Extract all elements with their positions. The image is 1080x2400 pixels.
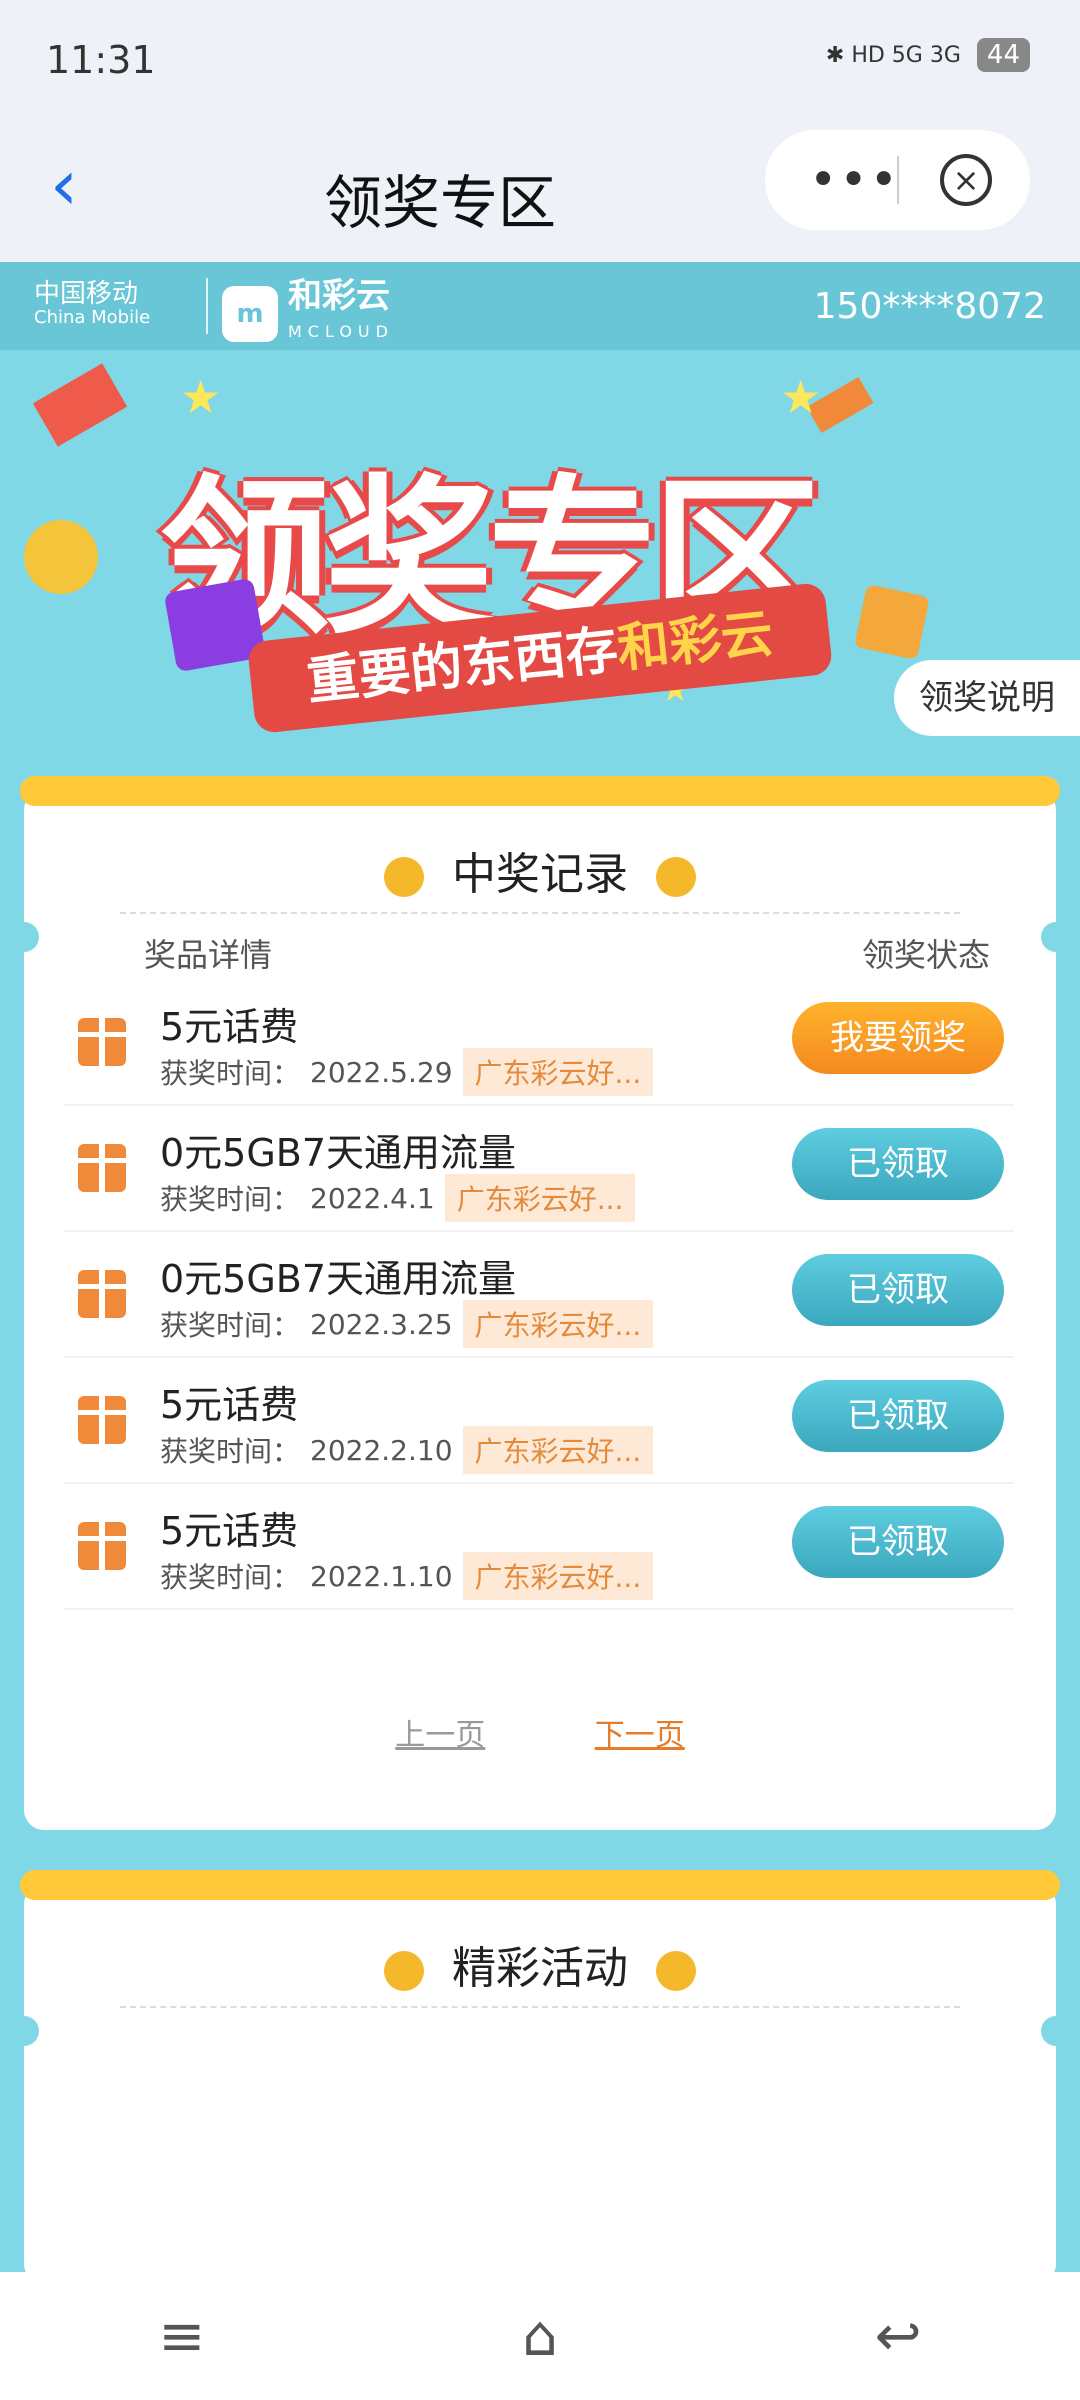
mini-program-capsule: ••• × bbox=[765, 130, 1030, 230]
pagination: 上一页 下一页 bbox=[24, 1710, 1056, 1754]
records-card: 中奖记录 奖品详情 领奖状态 5元话费 获奖时间： 2022.5.29 广东彩云好.… bbox=[9, 776, 1071, 1830]
battery-icon: 44 bbox=[976, 38, 1030, 72]
title-divider bbox=[120, 912, 960, 914]
star-icon: ★ bbox=[780, 370, 822, 424]
source-tag: 广东彩云好... bbox=[462, 1426, 654, 1474]
record-row: 5元话费 获奖时间： 2022.2.10 广东彩云好... 已领取 bbox=[64, 1358, 1014, 1484]
status-icons: ✱ HD 5G 3G 44 bbox=[826, 38, 1030, 72]
time-label: 获奖时间： bbox=[160, 1435, 301, 1468]
gift-box-decoration bbox=[854, 584, 930, 660]
gift-icon bbox=[78, 1396, 126, 1444]
time-label: 获奖时间： bbox=[160, 1183, 301, 1216]
mcloud-cn: 和彩云 bbox=[288, 276, 390, 316]
rules-button[interactable]: 领奖说明 bbox=[894, 660, 1080, 736]
source-tag: 广东彩云好... bbox=[462, 1048, 654, 1096]
nav-bar: ‹ 领奖专区 ••• × bbox=[0, 120, 1080, 262]
gift-icon bbox=[78, 1018, 126, 1066]
prize-name: 5元话费 bbox=[160, 1383, 299, 1427]
prize-time: 获奖时间： 2022.3.25 广东彩云好... bbox=[160, 1300, 654, 1348]
coin-decoration bbox=[24, 520, 98, 594]
gift-icon bbox=[78, 1522, 126, 1570]
col-header-details: 奖品详情 bbox=[144, 936, 273, 974]
time-label: 获奖时间： bbox=[160, 1561, 301, 1594]
card-notch bbox=[9, 922, 39, 952]
claimed-button[interactable]: 已领取 bbox=[792, 1128, 1004, 1200]
mcloud-logo: m 和彩云 MCLOUD bbox=[222, 278, 394, 350]
time-label: 获奖时间： bbox=[160, 1057, 301, 1090]
prev-page-link[interactable]: 上一页 bbox=[395, 1710, 485, 1754]
title-divider bbox=[120, 2006, 960, 2008]
system-nav-bar: ≡ ⌂ ↩ bbox=[0, 2272, 1080, 2400]
prize-name: 0元5GB7天通用流量 bbox=[160, 1257, 517, 1301]
source-tag: 广东彩云好... bbox=[462, 1300, 654, 1348]
balloon-icon bbox=[656, 1951, 696, 1991]
record-row: 5元话费 获奖时间： 2022.5.29 广东彩云好... 我要领奖 bbox=[64, 980, 1014, 1106]
brand-bar: 中国移动 China Mobile m 和彩云 MCLOUD 150****80… bbox=[0, 262, 1080, 350]
ribbon-text: 重要的东西存 bbox=[304, 620, 621, 713]
record-row: 5元话费 获奖时间： 2022.1.10 广东彩云好... 已领取 bbox=[64, 1484, 1014, 1610]
source-tag: 广东彩云好... bbox=[462, 1552, 654, 1600]
status-bar: 11:31 ✱ HD 5G 3G 44 bbox=[0, 0, 1080, 120]
prize-time: 获奖时间： 2022.1.10 广东彩云好... bbox=[160, 1552, 654, 1600]
col-header-status: 领奖状态 bbox=[861, 936, 990, 974]
prize-name: 0元5GB7天通用流量 bbox=[160, 1131, 517, 1175]
brand-divider bbox=[206, 278, 208, 334]
back-nav-icon[interactable]: ↩ bbox=[875, 2304, 922, 2369]
card-top-bar bbox=[20, 1870, 1060, 1900]
balloon-icon bbox=[656, 857, 696, 897]
card-notch bbox=[1041, 922, 1071, 952]
china-mobile-logo: 中国移动 China Mobile bbox=[34, 279, 151, 330]
time-value: 2022.4.1 bbox=[310, 1181, 435, 1215]
user-phone: 150****8072 bbox=[813, 286, 1046, 327]
record-row: 0元5GB7天通用流量 获奖时间： 2022.3.25 广东彩云好... 已领取 bbox=[64, 1232, 1014, 1358]
prize-name: 5元话费 bbox=[160, 1005, 299, 1049]
close-icon[interactable]: × bbox=[940, 154, 992, 206]
menu-icon[interactable]: ≡ bbox=[158, 2304, 205, 2369]
time-value: 2022.5.29 bbox=[310, 1055, 453, 1089]
source-tag: 广东彩云好... bbox=[444, 1174, 636, 1222]
star-icon: ★ bbox=[180, 370, 222, 424]
gift-icon bbox=[78, 1270, 126, 1318]
home-icon[interactable]: ⌂ bbox=[522, 2304, 558, 2369]
balloon-icon bbox=[384, 857, 424, 897]
record-row: 0元5GB7天通用流量 获奖时间： 2022.4.1 广东彩云好... 已领取 bbox=[64, 1106, 1014, 1232]
records-title: 中奖记录 bbox=[24, 838, 1056, 902]
claim-button[interactable]: 我要领奖 bbox=[792, 1002, 1004, 1074]
prize-name: 5元话费 bbox=[160, 1509, 299, 1553]
time-value: 2022.2.10 bbox=[310, 1433, 453, 1467]
activities-card: 精彩活动 bbox=[9, 1870, 1071, 2284]
banner: ★ ★ ★ 领奖专区 重要的东西存和彩云 领奖说明 bbox=[0, 350, 1080, 780]
mcloud-icon: m bbox=[222, 286, 278, 342]
time-value: 2022.3.25 bbox=[310, 1307, 453, 1341]
claimed-button[interactable]: 已领取 bbox=[792, 1254, 1004, 1326]
prize-time: 获奖时间： 2022.2.10 广东彩云好... bbox=[160, 1426, 654, 1474]
china-mobile-cn: 中国移动 bbox=[34, 279, 139, 309]
prize-time: 获奖时间： 2022.4.1 广东彩云好... bbox=[160, 1174, 636, 1222]
activities-title: 精彩活动 bbox=[24, 1932, 1056, 1996]
prize-time: 获奖时间： 2022.5.29 广东彩云好... bbox=[160, 1048, 654, 1096]
records-title-text: 中奖记录 bbox=[452, 849, 628, 900]
status-time: 11:31 bbox=[46, 38, 156, 82]
ribbon-highlight: 和彩云 bbox=[614, 603, 776, 680]
mcloud-en: MCLOUD bbox=[288, 322, 394, 341]
balloon-icon bbox=[384, 1951, 424, 1991]
activities-title-text: 精彩活动 bbox=[452, 1943, 628, 1994]
signal-icons: ✱ HD 5G 3G bbox=[825, 42, 961, 68]
capsule-divider bbox=[897, 156, 899, 204]
china-mobile-en: China Mobile bbox=[34, 307, 151, 328]
page-title: 领奖专区 bbox=[323, 169, 556, 237]
card-notch bbox=[1041, 2016, 1071, 2046]
card-top-bar bbox=[20, 776, 1060, 806]
next-page-link[interactable]: 下一页 bbox=[595, 1710, 685, 1754]
claimed-button[interactable]: 已领取 bbox=[792, 1380, 1004, 1452]
card-notch bbox=[9, 2016, 39, 2046]
time-label: 获奖时间： bbox=[160, 1309, 301, 1342]
gift-icon bbox=[78, 1144, 126, 1192]
more-icon[interactable]: ••• bbox=[809, 152, 900, 208]
time-value: 2022.1.10 bbox=[310, 1559, 453, 1593]
confetti-decoration bbox=[32, 363, 128, 447]
claimed-button[interactable]: 已领取 bbox=[792, 1506, 1004, 1578]
